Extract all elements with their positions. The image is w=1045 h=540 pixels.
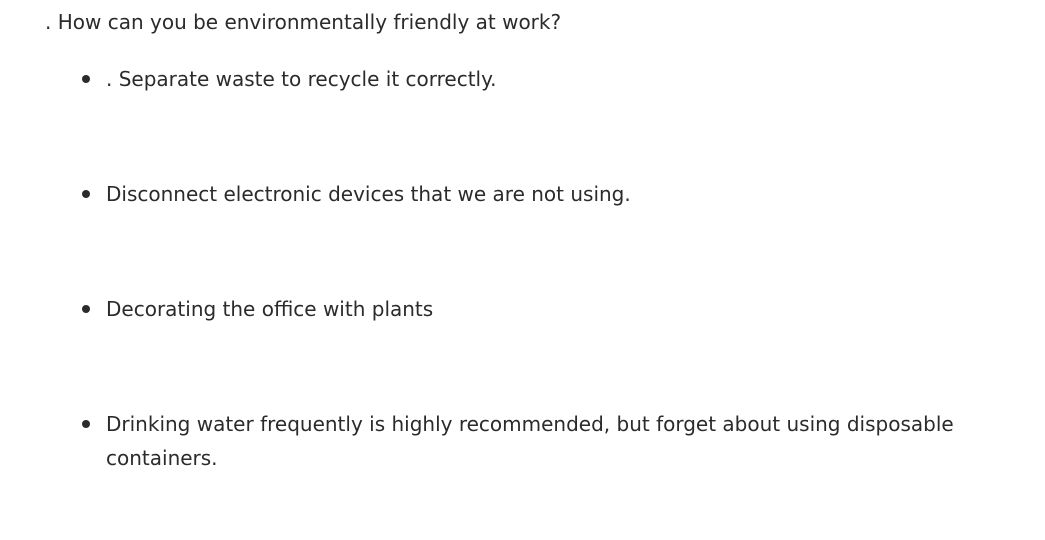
question-heading: . How can you be environmentally friendl…: [45, 10, 562, 34]
list-item: Drinking water frequently is highly reco…: [82, 407, 966, 475]
bullet-icon: [82, 305, 90, 313]
list-item-text: Drinking water frequently is highly reco…: [106, 412, 954, 470]
list-item-text: Disconnect electronic devices that we ar…: [106, 182, 631, 206]
list-item-text: . Separate waste to recycle it correctly…: [106, 67, 497, 91]
list-item: Disconnect electronic devices that we ar…: [82, 177, 966, 211]
list-item: Decorating the office with plants: [82, 292, 966, 326]
list-item-text: Decorating the office with plants: [106, 297, 434, 321]
list-item: . Separate waste to recycle it correctly…: [82, 62, 966, 96]
bullet-icon: [82, 190, 90, 198]
bullet-icon: [82, 420, 90, 428]
bullet-icon: [82, 75, 90, 83]
